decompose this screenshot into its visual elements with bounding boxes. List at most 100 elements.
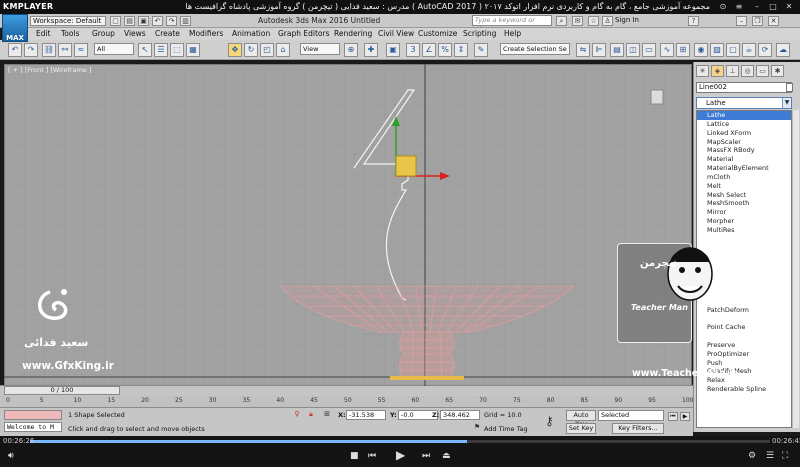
modifier-list-item[interactable]: ProOptimizer [697,350,791,359]
go-to-start-icon[interactable]: ⏮ [668,412,678,421]
help-icon[interactable]: ? [688,16,699,26]
snaps-toggle-icon[interactable]: 3 [406,43,420,57]
viewcube[interactable] [650,89,664,105]
modifier-list-item[interactable]: Morpher [697,217,791,226]
modifier-list-dropdown[interactable]: Lathe [696,97,792,109]
pivot-center-icon[interactable]: ⊕ [344,43,358,57]
project-folder-icon[interactable]: ▥ [180,16,191,26]
key-filters-button[interactable]: Key Filters... [612,423,664,434]
modifier-list-item[interactable]: MapScaler [697,138,791,147]
modifier-list-item[interactable] [697,332,791,341]
modifier-list-item[interactable]: PatchDeform [697,306,791,315]
set-key-button[interactable]: Set Key [566,423,596,434]
menu-graph-editors[interactable]: Graph Editors [278,29,330,38]
selection-filter-dropdown[interactable]: All [94,43,134,55]
search-input[interactable]: Type a keyword or phrase [472,15,552,33]
select-and-rotate-icon[interactable]: ↻ [244,43,258,57]
max-minimize-icon[interactable]: – [736,16,747,26]
named-selection-set-input[interactable]: Create Selection Se [500,43,570,55]
viewport-scene[interactable] [4,64,692,386]
menu-views[interactable]: Views [124,29,146,38]
communication-center-icon[interactable]: ✉ [572,16,583,26]
a360-render-icon[interactable]: ☁ [776,43,790,57]
select-by-name-icon[interactable]: ☰ [154,43,168,57]
settings-icon[interactable]: ⚙ [748,451,756,461]
reference-coordinate-dropdown[interactable]: View [300,43,340,55]
layer-manager-icon[interactable]: ◫ [626,43,640,57]
scene-explorer-icon[interactable]: ▤ [610,43,624,57]
angle-snap-icon[interactable]: ∠ [422,43,436,57]
select-and-move-icon[interactable]: ✥ [228,43,242,57]
curve-editor-icon[interactable]: ∿ [660,43,674,57]
motion-tab-icon[interactable]: ◎ [741,65,754,77]
modifier-list-item[interactable] [697,314,791,323]
volume-icon[interactable]: 🔊︎ [8,451,14,461]
auto-key-button[interactable]: Auto Key [566,410,596,428]
window-crossing-icon[interactable]: ▦ [186,43,200,57]
max-restore-icon[interactable]: ❐ [752,16,763,26]
undo-icon[interactable]: ↶ [152,16,163,26]
render-setup-icon[interactable]: ▨ [710,43,724,57]
object-color-swatch[interactable] [786,83,793,92]
modifier-list-item[interactable]: Renderable Spline [697,385,791,394]
menu-help[interactable]: Help [504,29,521,38]
menu-group[interactable]: Group [92,29,115,38]
menu-modifiers[interactable]: Modifiers [189,29,223,38]
menu-tools[interactable]: Tools [61,29,79,38]
maxscript-input[interactable]: Welcome to M [4,422,62,432]
open-file-icon[interactable]: ▤ [124,16,135,26]
key-mode-dropdown[interactable]: Selected [598,410,664,421]
mirror-icon[interactable]: ⇋ [576,43,590,57]
search-icon[interactable]: ⌕ [556,16,567,26]
play-pause-icon[interactable]: ▶ [396,448,405,462]
menu-rendering[interactable]: Rendering [334,29,372,38]
modifier-list-item[interactable]: Point Cache [697,323,791,332]
modifier-list-item[interactable]: MassFX RBody [697,146,791,155]
modifier-list-item[interactable]: mCloth [697,173,791,182]
redo-tool-icon[interactable]: ↷ [24,43,38,57]
user-icon[interactable]: ♙ [602,16,613,26]
close-icon[interactable]: ✕ [784,2,794,12]
menu-scripting[interactable]: Scripting [463,29,496,38]
save-file-icon[interactable]: ▣ [138,16,149,26]
play-icon[interactable]: ▶ [680,412,690,421]
previous-icon[interactable]: ⏮ [368,451,376,461]
pin-icon[interactable]: ⊙ [718,2,728,12]
maximize-icon[interactable]: □ [768,2,778,12]
spinner-snap-icon[interactable]: ⇕ [454,43,468,57]
select-object-icon[interactable]: ↖ [138,43,152,57]
menu-animation[interactable]: Animation [232,29,270,38]
render-iterative-icon[interactable]: ⟳ [758,43,772,57]
z-coordinate-field[interactable]: 348.462 [440,410,480,420]
create-tab-icon[interactable]: ✳ [696,65,709,77]
menu-create[interactable]: Create [155,29,180,38]
rendered-frame-icon[interactable]: ▢ [726,43,740,57]
edit-named-selection-icon[interactable]: ✎ [474,43,488,57]
redo-icon[interactable]: ↷ [166,16,177,26]
new-scene-icon[interactable]: ▢ [110,16,121,26]
display-tab-icon[interactable]: ▭ [756,65,769,77]
menu-customize[interactable]: Customize [418,29,457,38]
material-editor-icon[interactable]: ◉ [694,43,708,57]
render-production-icon[interactable]: ☕ [742,43,756,57]
modifier-list-item[interactable]: Material [697,155,791,164]
sign-in-button[interactable]: Sign In [615,16,639,24]
add-time-tag-button[interactable]: Add Time Tag [484,425,528,433]
modifier-list-item[interactable]: MaterialByElement [697,164,791,173]
keyboard-shortcut-icon[interactable]: ▣ [386,43,400,57]
modifier-list-item[interactable]: Melt [697,182,791,191]
graphite-ribbon-icon[interactable]: ▭ [642,43,656,57]
next-icon[interactable]: ⏭ [422,451,430,461]
modifier-list-item[interactable]: Linked XForm [697,129,791,138]
chevron-down-icon[interactable]: ▼ [782,98,791,108]
time-slider[interactable]: 0 / 100 [4,386,120,395]
modifier-list-item[interactable]: Push [697,359,791,368]
stop-icon[interactable]: ■ [350,451,359,461]
percent-snap-icon[interactable]: % [438,43,452,57]
viewport-label[interactable]: [ + ] [Front ] [Wireframe ] [8,66,91,74]
favorites-icon[interactable]: ☆ [588,16,599,26]
playlist-icon[interactable]: ☰ [766,451,774,461]
select-and-scale-icon[interactable]: ◰ [260,43,274,57]
modifier-list-item[interactable]: Mesh Select [697,191,791,200]
menu-icon[interactable]: ≡ [734,2,744,12]
